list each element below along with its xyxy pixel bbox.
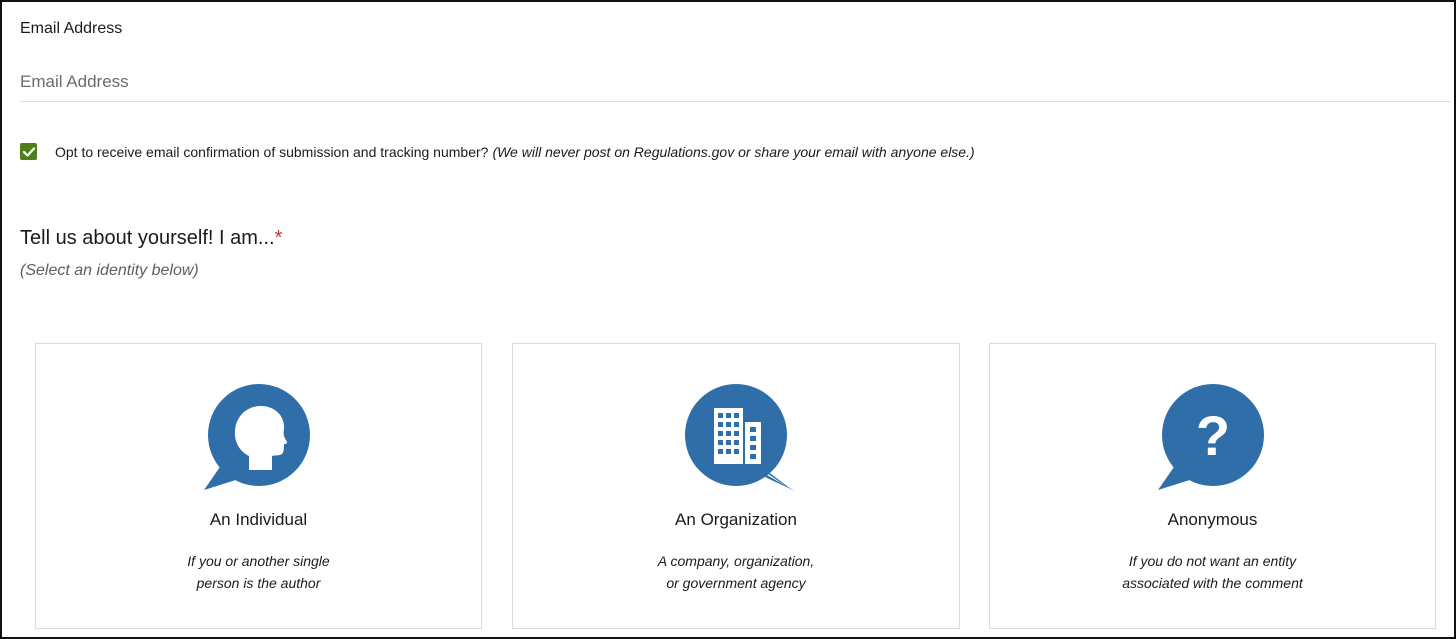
required-marker: * (274, 227, 283, 249)
identity-subheading: (Select an identity below) (20, 262, 199, 279)
building-icon (685, 384, 795, 492)
email-label: Email Address (20, 20, 123, 37)
identity-heading-text: Tell us about yourself! I am... (20, 227, 275, 249)
card-description-line: person is the author (196, 575, 321, 591)
checkmark-icon (22, 146, 35, 157)
card-description-line: If you do not want an entity (1128, 553, 1297, 569)
card-description-line: If you or another single (187, 553, 330, 569)
email-confirmation-checkbox[interactable] (20, 143, 37, 160)
card-description-line: associated with the comment (1122, 575, 1303, 591)
email-input[interactable] (20, 62, 1450, 102)
identity-card-individual[interactable]: An Individual If you or another single p… (35, 343, 482, 629)
identity-card-anonymous[interactable]: ? Anonymous If you do not want an entity… (989, 343, 1436, 629)
card-description: A company, organization, or government a… (513, 550, 959, 594)
card-description-line: or government agency (666, 575, 806, 591)
email-confirmation-label: Opt to receive email confirmation of sub… (55, 143, 489, 160)
email-confirmation-option[interactable]: Opt to receive email confirmation of sub… (20, 143, 975, 160)
privacy-note: (We will never post on Regulations.gov o… (492, 143, 975, 160)
identity-card-organization[interactable]: An Organization A company, organization,… (512, 343, 960, 629)
card-description: If you do not want an entity associated … (990, 550, 1435, 594)
person-head-icon (203, 384, 310, 490)
card-description-line: A company, organization, (657, 553, 815, 569)
identity-heading: Tell us about yourself! I am...* (20, 227, 282, 250)
card-title: An Individual (209, 510, 308, 529)
card-title: An Organization (675, 510, 797, 529)
card-description: If you or another single person is the a… (36, 550, 481, 594)
question-mark-icon: ? (1157, 384, 1264, 490)
svg-text:?: ? (1195, 404, 1229, 467)
card-title: Anonymous (1167, 510, 1258, 529)
